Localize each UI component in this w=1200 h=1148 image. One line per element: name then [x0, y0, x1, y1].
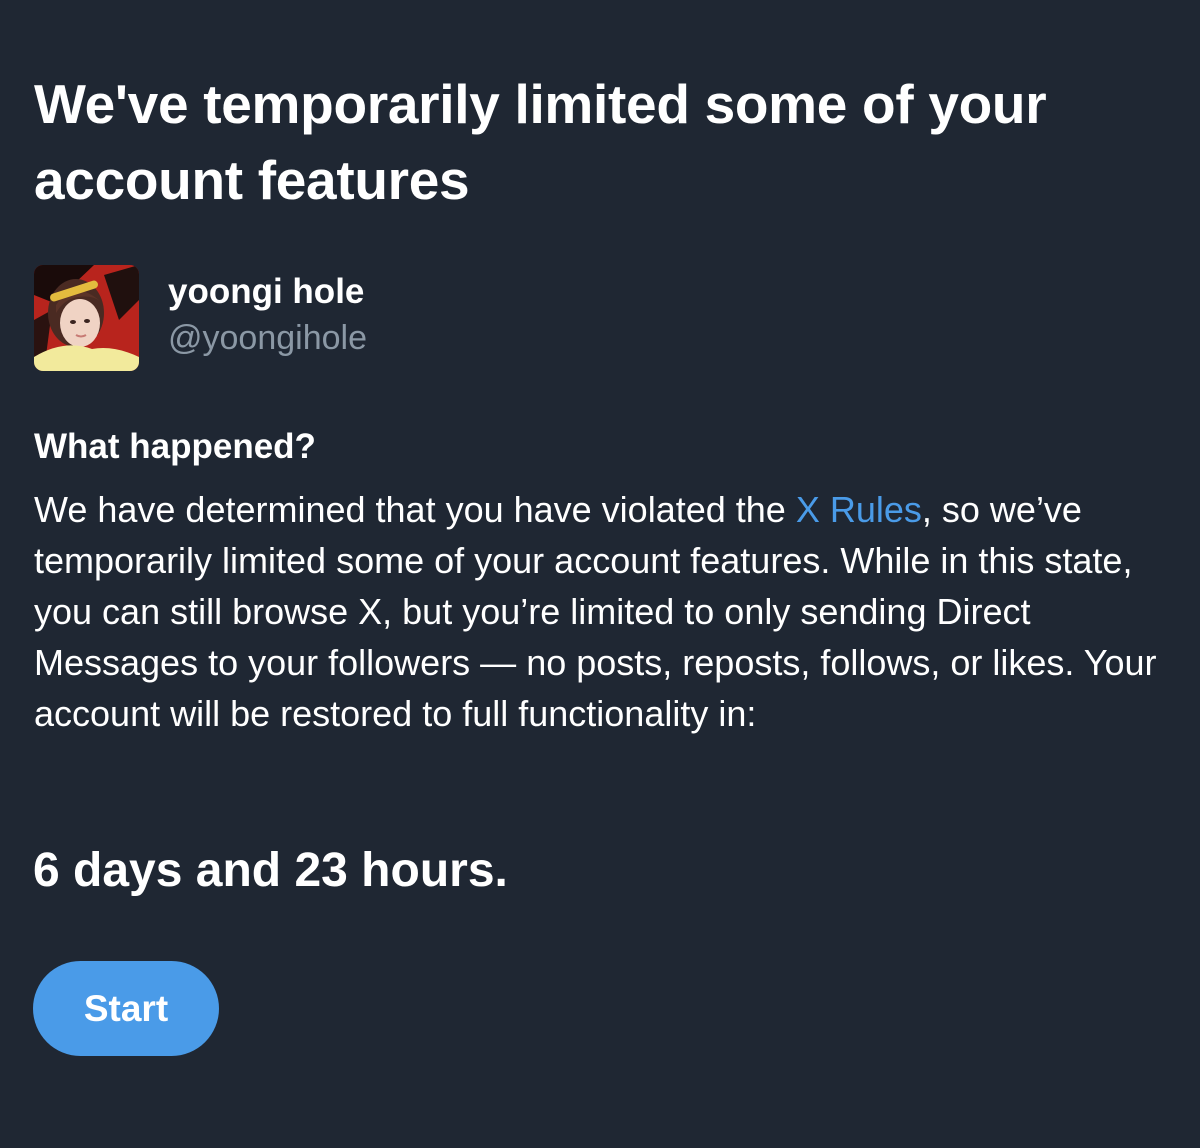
restriction-countdown: 6 days and 23 hours. — [33, 844, 508, 897]
description-text-start: We have determined that you have violate… — [34, 489, 796, 530]
profile-photo-icon — [34, 265, 139, 371]
what-happened-heading: What happened? — [34, 427, 316, 466]
x-rules-link[interactable]: X Rules — [796, 489, 922, 530]
account-handle: @yoongihole — [168, 319, 367, 357]
violation-description: We have determined that you have violate… — [34, 484, 1184, 739]
display-name: yoongi hole — [168, 272, 365, 311]
profile-names: yoongi hole @yoongihole — [168, 265, 367, 362]
account-profile: yoongi hole @yoongihole — [34, 265, 367, 371]
avatar — [34, 265, 139, 371]
page-title: We've temporarily limited some of your a… — [34, 73, 1047, 211]
limited-account-notice: We've temporarily limited some of your a… — [0, 0, 1200, 1148]
start-button[interactable]: Start — [33, 961, 219, 1056]
